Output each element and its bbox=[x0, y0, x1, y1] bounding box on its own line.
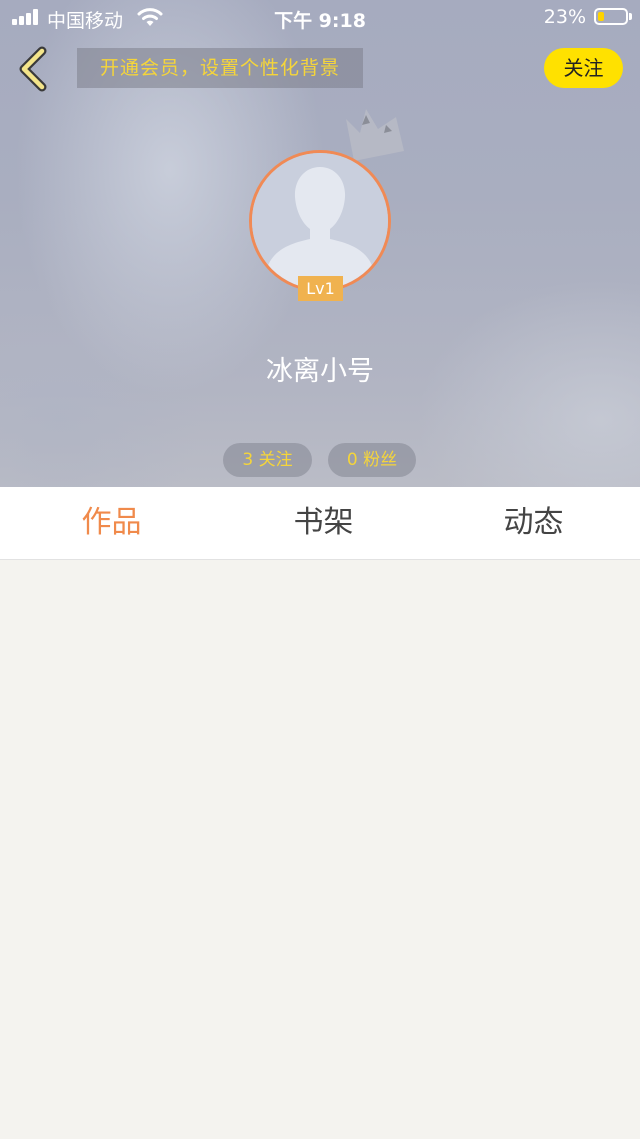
follow-button[interactable]: 关注 bbox=[544, 48, 623, 88]
tab-works[interactable]: 作品 bbox=[5, 487, 218, 559]
battery-percentage: 23% bbox=[543, 6, 586, 28]
vip-background-promo[interactable]: 开通会员，设置个性化背景 bbox=[77, 48, 363, 88]
following-count[interactable]: 3 关注 bbox=[223, 443, 312, 477]
tab-activity[interactable]: 动态 bbox=[427, 487, 640, 559]
username: 冰离小号 bbox=[266, 356, 374, 387]
battery-level-fill bbox=[598, 12, 604, 21]
profile-header-background: 中国移动 下午 9:18 23% 开通会员，设置个性化背景 关注 Lv1 冰离小… bbox=[0, 0, 640, 487]
battery-tip bbox=[629, 13, 632, 20]
profile-tabs: 作品 书架 动态 bbox=[0, 487, 640, 560]
back-chevron-icon[interactable] bbox=[14, 46, 54, 92]
avatar[interactable] bbox=[249, 150, 391, 292]
profile-screen: 中国移动 下午 9:18 23% 开通会员，设置个性化背景 关注 Lv1 冰离小… bbox=[0, 0, 640, 1139]
tab-content-area bbox=[0, 560, 640, 1139]
tab-bookshelf[interactable]: 书架 bbox=[217, 487, 430, 559]
default-user-silhouette-icon bbox=[252, 153, 388, 289]
battery-icon bbox=[594, 8, 628, 25]
status-bar: 中国移动 下午 9:18 23% bbox=[0, 0, 640, 36]
crown-icon bbox=[346, 109, 404, 161]
level-badge: Lv1 bbox=[298, 276, 343, 301]
fans-count[interactable]: 0 粉丝 bbox=[328, 443, 416, 477]
